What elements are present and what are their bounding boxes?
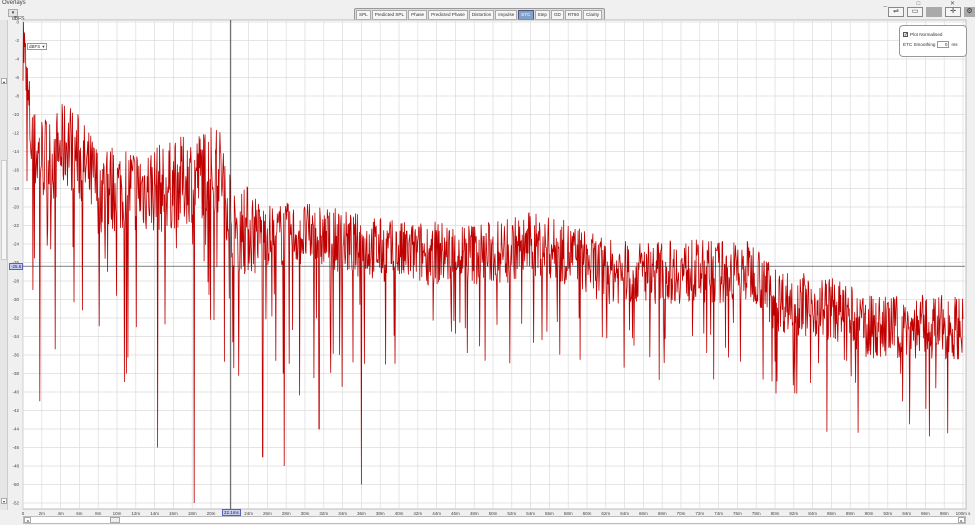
- etc-controls-panel: ✓ Plot Normalised ETC Smoothing 0 ms: [899, 25, 967, 57]
- y-tick-label: -6: [15, 75, 19, 80]
- y-tick-label: -46: [12, 445, 19, 450]
- y-tick-label: -10: [12, 112, 19, 117]
- etc-smoothing-unit: ms: [951, 41, 958, 47]
- y-tick-label: -24: [12, 242, 19, 247]
- y-tick-label: -38: [12, 371, 19, 376]
- etc-smoothing-label: ETC Smoothing: [903, 41, 936, 47]
- y-tick-label: -44: [12, 427, 19, 432]
- chevron-down-icon: ▾: [42, 44, 45, 49]
- y-tick-label: -50: [12, 482, 19, 487]
- unit-selector-value: dBFS: [29, 44, 41, 49]
- y-tick-label: -18: [12, 186, 19, 191]
- y-tick-label: -40: [12, 390, 19, 395]
- y-tick-label: -34: [12, 334, 19, 339]
- y-tick-label: -20: [12, 205, 19, 210]
- plot-normalised-checkbox[interactable]: ✓: [903, 31, 908, 37]
- etc-smoothing-input[interactable]: 0: [937, 40, 950, 48]
- y-tick-label: -8: [15, 94, 19, 99]
- y-tick-label: -52: [12, 501, 19, 506]
- plot-normalised-label: Plot Normalised: [910, 31, 943, 37]
- y-tick-label: -22: [12, 223, 19, 228]
- y-tick-label: -4: [15, 57, 19, 62]
- y-tick-label: -32: [12, 316, 19, 321]
- y-tick-label: -14: [12, 149, 19, 154]
- y-tick-label: -30: [12, 297, 19, 302]
- y-tick-label: -48: [12, 464, 19, 469]
- y-tick-label: -16: [12, 168, 19, 173]
- y-tick-label: -12: [12, 131, 19, 136]
- y-tick-label: 0: [16, 20, 19, 25]
- cursor-y-label: -25.6: [9, 263, 24, 270]
- horizontal-scrollbar[interactable]: ◂ ▸: [23, 516, 966, 524]
- y-tick-label: -28: [12, 279, 19, 284]
- y-tick-label: -2: [15, 38, 19, 43]
- etc-plot[interactable]: 0-2-4-6-8-10-12-14-16-18-20-22-24-26-28-…: [0, 0, 975, 525]
- unit-selector[interactable]: dBFS ▾: [27, 43, 47, 50]
- y-tick-label: -42: [12, 408, 19, 413]
- cursor-x-label: 22.1ms: [222, 509, 241, 516]
- y-tick-label: -36: [12, 353, 19, 358]
